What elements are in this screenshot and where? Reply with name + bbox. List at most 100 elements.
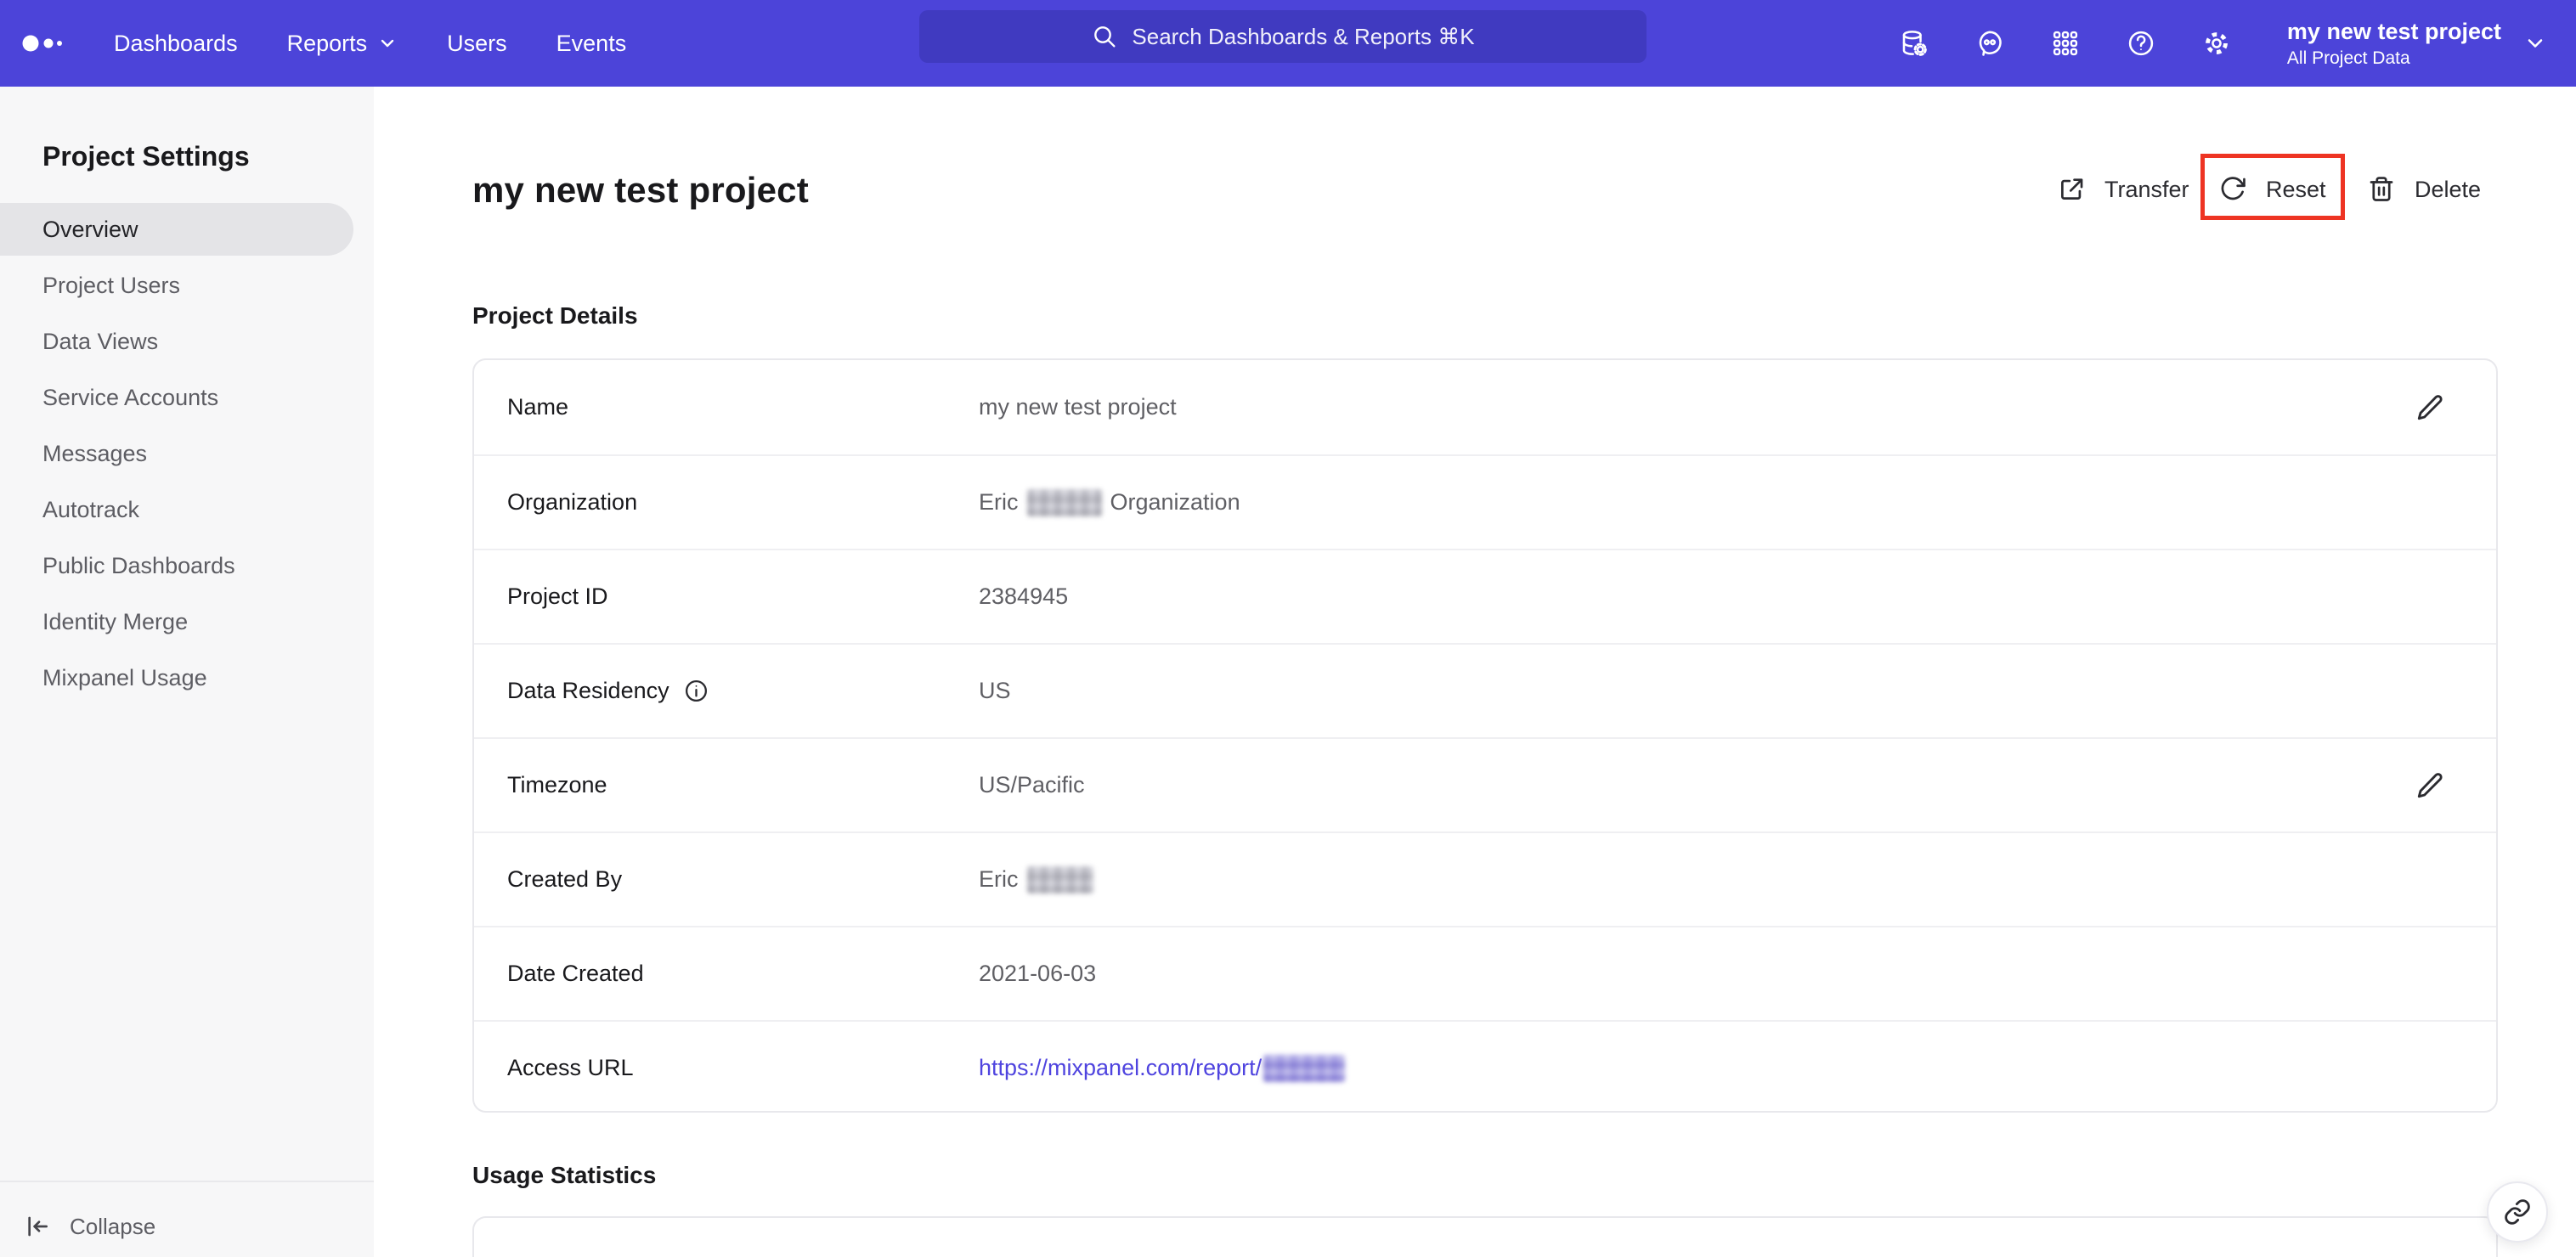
share-link-fab[interactable] — [2487, 1181, 2548, 1243]
sidebar-item-label: Autotrack — [42, 496, 140, 522]
edit-name-button[interactable] — [2411, 389, 2449, 426]
settings-sidebar: Project Settings Overview Project Users … — [0, 87, 374, 1257]
edit-timezone-button[interactable] — [2411, 767, 2449, 804]
transfer-button-label: Transfer — [2104, 176, 2189, 202]
detail-row-organization: Organization Eric Organization — [474, 454, 2496, 549]
row-value: my new test project — [979, 394, 1177, 420]
info-icon — [685, 679, 707, 702]
usage-statistics-heading: Usage Statistics — [472, 1162, 657, 1188]
sidebar-item-label: Identity Merge — [42, 608, 189, 634]
project-switcher-text: my new test project All Project Data — [2287, 18, 2501, 69]
row-label: Created By — [507, 866, 623, 892]
detail-row-data-residency: Data Residency US — [474, 643, 2496, 737]
row-value-prefix: Eric — [979, 489, 1019, 515]
row-label: Data Residency — [507, 678, 669, 703]
row-value-suffix: Organization — [1110, 489, 1240, 515]
detail-row-access-url: Access URL https://mixpanel.com/report/ — [474, 1020, 2496, 1114]
sidebar-item-label: Public Dashboards — [42, 552, 235, 578]
usage-statistics-card — [472, 1216, 2498, 1257]
sidebar-item-overview[interactable]: Overview — [0, 203, 353, 256]
nav-item-users[interactable]: Users — [447, 31, 507, 57]
page-title: my new test project — [472, 170, 809, 210]
delete-button[interactable]: Delete — [2367, 161, 2481, 217]
refresh-icon — [2221, 177, 2246, 200]
row-label: Timezone — [507, 772, 607, 798]
row-value: 2384945 — [979, 583, 1069, 609]
sidebar-item-data-views[interactable]: Data Views — [0, 315, 353, 368]
project-switcher-name: my new test project — [2286, 19, 2501, 45]
reset-button[interactable]: Reset — [2218, 161, 2326, 217]
row-label: Organization — [507, 489, 638, 515]
nav-item-events[interactable]: Events — [556, 31, 627, 57]
sidebar-item-label: Data Views — [42, 328, 159, 354]
sidebar-item-service-accounts[interactable]: Service Accounts — [0, 371, 353, 424]
link-icon — [2505, 1199, 2530, 1225]
sidebar-item-messages[interactable]: Messages — [0, 427, 353, 480]
transfer-button[interactable]: Transfer — [2057, 161, 2189, 217]
sidebar-item-public-dashboards[interactable]: Public Dashboards — [0, 539, 353, 592]
mixpanel-logo-icon — [22, 35, 62, 52]
nav-item-label: Users — [447, 30, 507, 56]
row-label: Date Created — [507, 961, 644, 986]
collapse-left-icon — [28, 1216, 48, 1237]
redacted-text — [1263, 1054, 1346, 1082]
sidebar-item-mixpanel-usage[interactable]: Mixpanel Usage — [0, 651, 353, 704]
apps-grid-icon[interactable] — [2050, 28, 2081, 59]
project-details-heading: Project Details — [472, 302, 638, 329]
redacted-text — [1026, 865, 1093, 893]
pencil-icon — [2417, 394, 2443, 420]
nav-item-dashboards[interactable]: Dashboards — [114, 31, 238, 57]
sidebar-item-identity-merge[interactable]: Identity Merge — [0, 595, 353, 648]
project-switcher-subtitle: All Project Data — [2286, 48, 2410, 68]
settings-gear-icon[interactable] — [2201, 28, 2232, 59]
access-url-link[interactable]: https://mixpanel.com/report/ — [979, 1054, 1353, 1082]
sidebar-title: Project Settings — [42, 141, 250, 172]
detail-row-project-id: Project ID 2384945 — [474, 549, 2496, 643]
mixpanel-logo[interactable] — [20, 26, 70, 60]
nav-item-reports[interactable]: Reports — [287, 31, 398, 57]
sidebar-item-label: Project Users — [42, 272, 181, 298]
row-value-prefix: https://mixpanel.com/report/ — [979, 1055, 1263, 1080]
trash-icon — [2370, 177, 2393, 201]
row-value-prefix: Eric — [979, 866, 1019, 892]
help-icon[interactable] — [2126, 28, 2156, 59]
row-label: Project ID — [507, 583, 608, 609]
collapse-label: Collapse — [70, 1213, 156, 1239]
detail-row-date-created: Date Created 2021-06-03 — [474, 926, 2496, 1020]
row-label: Name — [507, 394, 569, 420]
row-value: 2021-06-03 — [979, 961, 1097, 986]
project-details-card: Name my new test project Organization Er… — [472, 358, 2498, 1113]
sidebar-item-label: Messages — [42, 440, 148, 466]
sidebar-item-label: Service Accounts — [42, 384, 219, 410]
data-residency-info-button[interactable] — [683, 678, 709, 704]
external-link-icon — [2061, 178, 2083, 200]
chevron-down-icon — [381, 39, 394, 48]
nav-item-label: Dashboards — [114, 30, 238, 56]
page-header: my new test project — [472, 156, 2498, 224]
global-search-input[interactable]: Search Dashboards & Reports ⌘K — [919, 10, 1647, 63]
data-management-icon[interactable] — [1899, 28, 1929, 59]
sidebar-item-project-users[interactable]: Project Users — [0, 259, 353, 312]
delete-button-label: Delete — [2415, 176, 2482, 202]
detail-row-name: Name my new test project — [474, 360, 2496, 454]
sidebar-divider — [0, 1181, 374, 1182]
row-label: Access URL — [507, 1055, 634, 1080]
top-navigation-bar: Dashboards Reports Users Events Search D… — [0, 0, 2576, 87]
row-value: US/Pacific — [979, 772, 1085, 798]
detail-row-timezone: Timezone US/Pacific — [474, 737, 2496, 831]
sidebar-item-autotrack[interactable]: Autotrack — [0, 483, 353, 536]
reset-button-label: Reset — [2266, 176, 2326, 202]
sidebar-collapse-button[interactable]: Collapse — [24, 1204, 155, 1249]
redacted-text — [1026, 488, 1102, 516]
sidebar-item-label: Mixpanel Usage — [42, 664, 207, 691]
messages-bubble-icon[interactable] — [1974, 28, 2005, 59]
row-value: US — [979, 678, 1011, 703]
sidebar-item-label: Overview — [42, 216, 138, 242]
detail-row-created-by: Created By Eric — [474, 831, 2496, 926]
chevron-down-icon — [2528, 39, 2543, 48]
project-switcher[interactable]: my new test project All Project Data — [2287, 18, 2547, 69]
project-settings-page: Dashboards Reports Users Events Search D… — [0, 0, 2576, 1257]
nav-item-label: Reports — [286, 30, 368, 56]
nav-right-group: my new test project All Project Data — [1899, 0, 2547, 87]
search-icon — [1094, 26, 1116, 48]
